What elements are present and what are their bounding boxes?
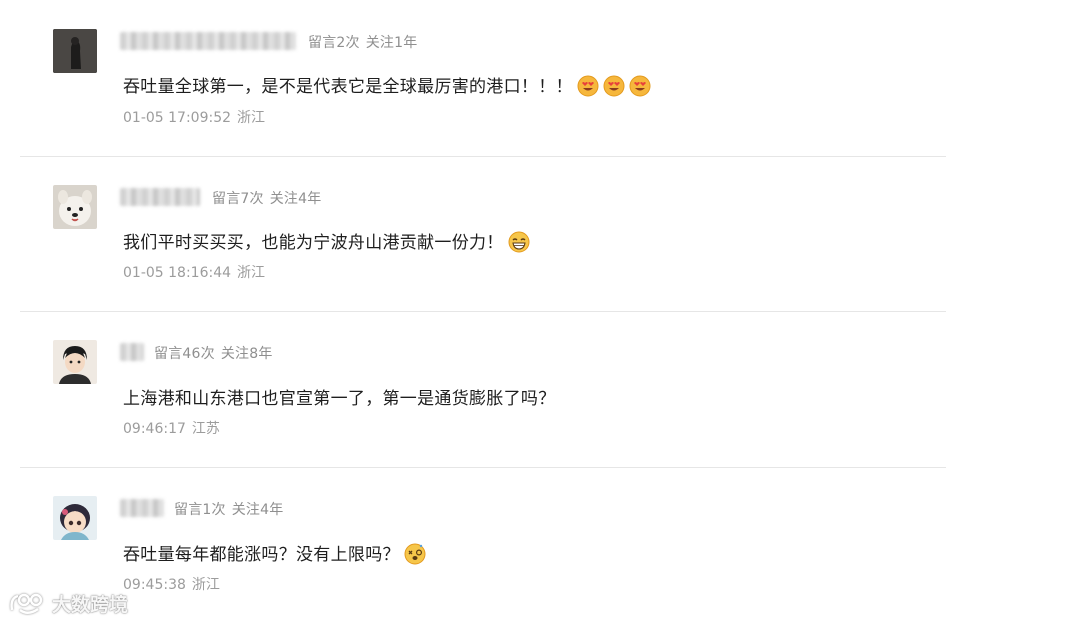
divider (20, 311, 946, 312)
comment-body: 吞吐量全球第一，是不是代表它是全球最厉害的港口！！！ (123, 77, 573, 97)
comment-meta: 留言7次 关注4年 (212, 188, 321, 208)
follow-duration: 关注4年 (269, 191, 322, 207)
message-count: 留言7次 (212, 191, 264, 207)
comment-body: 上海港和山东港口也官宣第一了，第一是通货膨胀了吗？ (123, 389, 556, 409)
comment-body: 我们平时买买买，也能为宁波舟山港贡献一份力！ (123, 233, 504, 253)
watermark-text: 大数跨境 (52, 593, 129, 616)
comment-location: 浙江 (237, 265, 266, 281)
comment-time: 09:46:17 (123, 421, 186, 437)
username-blurred[interactable] (120, 343, 144, 361)
comment-text: 上海港和山东港口也官宣第一了，第一是通货膨胀了吗？ (123, 384, 556, 409)
comment-meta: 留言46次 关注8年 (154, 343, 273, 363)
comment-timestamp: 01-05 17:09:52 浙江 (123, 107, 265, 127)
comment-meta: 留言1次 关注4年 (174, 499, 283, 519)
heart-eyes-face-icon (603, 75, 625, 97)
comment-location: 浙江 (191, 577, 220, 593)
username-blurred[interactable] (120, 499, 164, 517)
avatar[interactable] (53, 496, 97, 540)
heart-eyes-face-icon (577, 75, 599, 97)
avatar[interactable] (53, 340, 97, 384)
brand-logo-icon (10, 593, 43, 614)
comment-timestamp: 09:46:17 江苏 (123, 418, 220, 438)
divider (20, 467, 946, 468)
comment-list-page: 留言2次 关注1年 吞吐量全球第一，是不是代表它是全球最厉害的港口！！！ 01-0… (0, 0, 1080, 623)
comment-location: 浙江 (237, 110, 266, 126)
message-count: 留言46次 (154, 346, 215, 362)
username-blurred[interactable] (120, 188, 200, 206)
dizzy-face-icon (404, 543, 426, 565)
comment-time: 01-05 18:16:44 (123, 265, 232, 281)
comment-time: 01-05 17:09:52 (123, 110, 232, 126)
comment-text: 我们平时买买买，也能为宁波舟山港贡献一份力！ (123, 228, 530, 253)
comment-body: 吞吐量每年都能涨吗？没有上限吗？ (123, 545, 400, 565)
avatar[interactable] (53, 185, 97, 229)
comment-location: 江苏 (191, 421, 220, 437)
username-blurred[interactable] (120, 32, 296, 50)
comment-timestamp: 09:45:38 浙江 (123, 574, 220, 594)
comment-time: 09:45:38 (123, 577, 186, 593)
comment-text: 吞吐量全球第一，是不是代表它是全球最厉害的港口！！！ (123, 72, 651, 97)
comment-text: 吞吐量每年都能涨吗？没有上限吗？ (123, 540, 426, 565)
follow-duration: 关注8年 (220, 346, 273, 362)
avatar[interactable] (53, 29, 97, 73)
message-count: 留言1次 (174, 502, 226, 518)
comment-timestamp: 01-05 18:16:44 浙江 (123, 262, 265, 282)
follow-duration: 关注1年 (365, 35, 418, 51)
comment-meta: 留言2次 关注1年 (308, 32, 417, 52)
heart-eyes-face-icon (629, 75, 651, 97)
message-count: 留言2次 (308, 35, 360, 51)
grinning-face-icon (508, 231, 530, 253)
brand-watermark: 大数跨境 (8, 588, 128, 618)
divider (20, 156, 946, 157)
follow-duration: 关注4年 (231, 502, 284, 518)
